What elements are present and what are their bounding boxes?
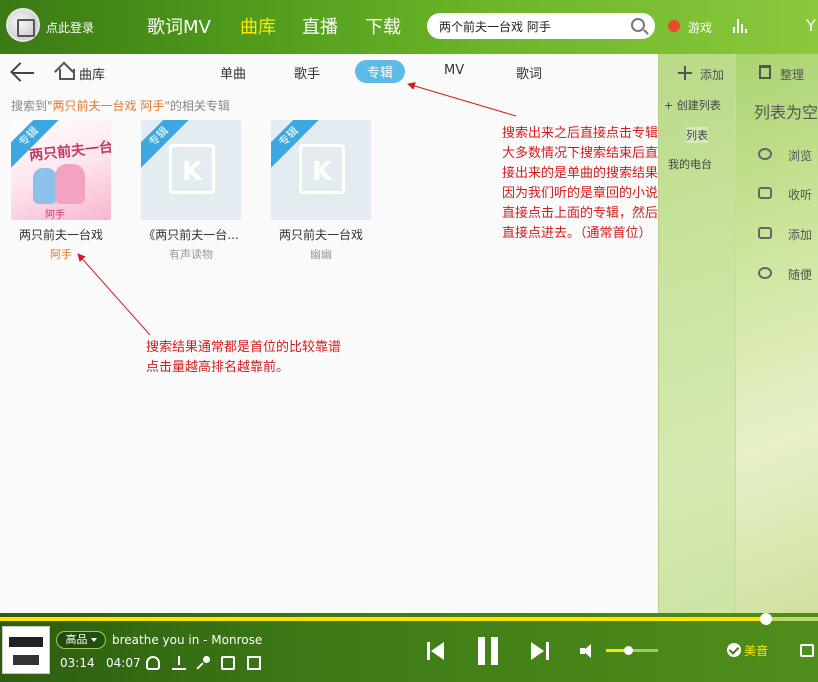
album-title[interactable]: 《两只前夫一台... xyxy=(141,226,241,243)
headphone-icon xyxy=(758,267,772,279)
pause-icon[interactable] xyxy=(476,637,500,665)
progress-knob[interactable] xyxy=(759,613,772,625)
tab-lyrics[interactable]: 歌词 xyxy=(516,63,542,82)
library-panel: 曲库 单曲 歌手 专辑 MV 歌词 搜索到"两只前夫一台戏 阿手"的相关专辑 两… xyxy=(0,54,671,613)
sidebar-item-my-radio[interactable]: 我的电台 xyxy=(668,156,712,172)
add-local-link[interactable]: 添加 xyxy=(788,226,812,243)
playlist-panel: 添加 整理 + 创建列表 列表 我的电台 列表为空 浏览 收听 添加 随便 xyxy=(658,54,818,613)
nav-download[interactable]: 下载 xyxy=(365,13,401,39)
cover-author: 阿手 xyxy=(45,210,65,220)
album-card[interactable]: 专辑 两只前夫一台戏 幽幽 xyxy=(271,120,371,262)
browse-icon xyxy=(758,148,772,160)
app-logo-icon[interactable] xyxy=(6,8,40,42)
album-card[interactable]: 两只前夫一台戏 阿手 专辑 两只前夫一台戏 阿手 xyxy=(11,120,111,262)
tab-singers[interactable]: 歌手 xyxy=(294,63,320,82)
album-cover[interactable]: 专辑 xyxy=(271,120,371,220)
organize-button[interactable]: 整理 xyxy=(780,66,804,83)
nav-library[interactable]: 曲库 xyxy=(240,13,276,39)
nav-lyrics-mv[interactable]: 歌词MV xyxy=(147,13,211,39)
trash-icon[interactable] xyxy=(759,65,771,79)
search-box xyxy=(427,13,655,39)
list-empty-text: 列表为空 xyxy=(754,103,818,122)
game-link[interactable]: 游戏 xyxy=(688,19,712,36)
tab-songs[interactable]: 单曲 xyxy=(220,63,246,82)
search-input[interactable] xyxy=(439,17,624,35)
sound-effect-toggle[interactable]: 美音 xyxy=(725,642,774,660)
check-icon xyxy=(727,643,741,657)
search-keyword: 两只前夫一台戏 阿手 xyxy=(52,99,165,113)
elapsed-time: 03:14 xyxy=(60,656,95,670)
player-bar: 高品 breathe you in - Monrose 03:14 04:07 … xyxy=(0,613,818,682)
folder-icon xyxy=(758,227,772,239)
album-card[interactable]: 专辑 《两只前夫一台... 有声读物 xyxy=(141,120,241,262)
chevron-down-icon xyxy=(90,638,97,642)
game-icon[interactable] xyxy=(668,20,680,32)
previous-icon[interactable] xyxy=(427,642,445,660)
annotation-ranking-tip: 搜索结果通常都是首位的比较靠谱 点击量越高排名越靠前。 xyxy=(146,340,342,375)
add-button[interactable]: 添加 xyxy=(700,66,724,83)
volume-knob[interactable] xyxy=(623,646,633,655)
quality-dropdown[interactable]: 高品 xyxy=(56,631,106,649)
login-link[interactable]: 点此登录 xyxy=(46,19,94,36)
mic-icon[interactable] xyxy=(197,656,211,670)
album-artist[interactable]: 阿手 xyxy=(11,246,111,262)
share-icon[interactable] xyxy=(221,656,235,670)
home-label[interactable]: 曲库 xyxy=(79,64,105,83)
back-arrow-icon[interactable] xyxy=(10,62,36,82)
y-icon[interactable]: Y xyxy=(806,16,816,35)
progress-fill xyxy=(0,617,766,621)
next-icon[interactable] xyxy=(531,642,549,660)
box-k-icon xyxy=(299,144,345,194)
album-thumbnail[interactable] xyxy=(2,626,50,674)
annotation-album-tip: 搜索出来之后直接点击专辑 大多数情况下搜索结束后直 接出来的是单曲的搜索结果， … xyxy=(502,126,672,241)
album-cover[interactable]: 两只前夫一台戏 阿手 专辑 xyxy=(11,120,111,220)
radio-icon xyxy=(758,187,772,199)
search-icon[interactable] xyxy=(631,18,645,32)
now-playing-title: breathe you in - Monrose xyxy=(112,633,263,647)
total-time: 04:07 xyxy=(106,656,141,670)
random-link[interactable]: 随便 xyxy=(788,266,812,283)
search-result-summary: 搜索到"两只前夫一台戏 阿手"的相关专辑 xyxy=(11,99,230,113)
nav-live[interactable]: 直播 xyxy=(302,13,338,39)
listen-link[interactable]: 收听 xyxy=(788,186,812,203)
download-icon[interactable] xyxy=(172,656,186,670)
create-list-button[interactable]: + 创建列表 xyxy=(664,97,721,113)
album-title[interactable]: 两只前夫一台戏 xyxy=(11,226,111,243)
lyric-icon[interactable] xyxy=(247,656,261,670)
progress-bar[interactable] xyxy=(0,613,818,625)
tab-mv[interactable]: MV xyxy=(444,63,464,78)
tab-albums[interactable]: 专辑 xyxy=(355,60,406,83)
top-bar: 点此登录 歌词MV 曲库 直播 下载 游戏 Y xyxy=(0,0,818,54)
album-artist[interactable]: 幽幽 xyxy=(271,246,371,262)
equalizer-icon[interactable] xyxy=(731,19,751,33)
cover-title: 两只前夫一台戏 xyxy=(28,137,111,165)
volume-icon[interactable] xyxy=(580,644,596,658)
loop-icon[interactable] xyxy=(800,644,814,657)
add-icon[interactable] xyxy=(678,66,692,80)
sidebar-item-list[interactable]: 列表 xyxy=(686,127,708,143)
browse-link[interactable]: 浏览 xyxy=(788,147,812,164)
album-cover[interactable]: 专辑 xyxy=(141,120,241,220)
heart-icon[interactable] xyxy=(146,656,160,670)
box-k-icon xyxy=(169,144,215,194)
album-artist[interactable]: 有声读物 xyxy=(141,246,241,262)
volume-slider[interactable] xyxy=(606,646,658,655)
album-title[interactable]: 两只前夫一台戏 xyxy=(271,226,371,243)
home-icon[interactable] xyxy=(56,62,75,80)
